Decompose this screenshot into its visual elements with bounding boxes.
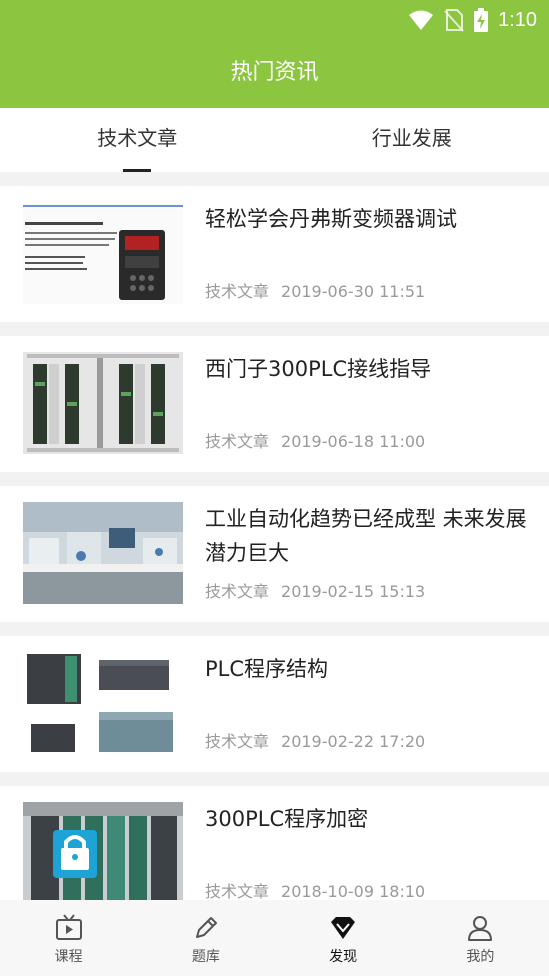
tab-bar: 技术文章 行业发展 [0, 108, 549, 172]
article-date: 2019-02-15 15:13 [281, 582, 426, 601]
article-title: 西门子300PLC接线指导 [205, 357, 432, 381]
article-date: 2019-06-30 11:51 [281, 282, 426, 301]
article-title: 工业自动化趋势已经成型 未来发展潜力巨大 [205, 507, 527, 565]
article-date: 2019-06-18 11:00 [281, 432, 426, 451]
tab-technical-articles[interactable]: 技术文章 [0, 108, 275, 172]
article-thumbnail [23, 352, 183, 454]
article-thumbnail [23, 652, 183, 754]
battery-charging-icon [474, 8, 489, 32]
article-date: 2019-02-22 17:20 [281, 732, 426, 751]
wifi-icon [408, 9, 434, 31]
pencil-icon [137, 914, 274, 942]
article-meta: 技术文章 2019-06-18 11:00 [205, 428, 425, 452]
article-title: 300PLC程序加密 [205, 807, 369, 831]
page-title: 热门资讯 [230, 60, 319, 85]
list-item[interactable]: 轻松学会丹弗斯变频器调试 技术文章 2019-06-30 11:51 [0, 186, 549, 322]
tv-play-icon [0, 914, 137, 942]
article-meta: 技术文章 2019-02-22 17:20 [205, 728, 425, 752]
article-category: 技术文章 [205, 432, 270, 451]
bottom-navigation: 课程 题库 发现 我的 [0, 900, 549, 976]
list-item[interactable]: 工业自动化趋势已经成型 未来发展潜力巨大 技术文章 2019-02-15 15:1… [0, 486, 549, 622]
tab-label: 行业发展 [371, 126, 452, 150]
article-category: 技术文章 [205, 732, 270, 751]
active-tab-indicator [123, 169, 152, 172]
article-meta: 技术文章 2018-10-09 18:10 [205, 878, 425, 902]
article-thumbnail [23, 502, 183, 604]
list-item[interactable]: 西门子300PLC接线指导 技术文章 2019-06-18 11:00 [0, 336, 549, 472]
nav-courses[interactable]: 课程 [0, 900, 137, 976]
nav-discover[interactable]: 发现 [275, 900, 412, 976]
article-meta: 技术文章 2019-06-30 11:51 [205, 278, 425, 302]
nav-label: 课程 [54, 949, 83, 965]
status-time: 1:10 [498, 8, 537, 31]
no-sim-icon [444, 8, 464, 32]
article-title: PLC程序结构 [205, 657, 329, 681]
nav-question-bank[interactable]: 题库 [137, 900, 274, 976]
article-meta: 技术文章 2019-02-15 15:13 [205, 578, 425, 602]
article-category: 技术文章 [205, 582, 270, 601]
nav-profile[interactable]: 我的 [412, 900, 549, 976]
article-thumbnail [23, 802, 183, 904]
list-item[interactable]: PLC程序结构 技术文章 2019-02-22 17:20 [0, 636, 549, 772]
article-thumbnail [23, 202, 183, 304]
person-icon [412, 914, 549, 942]
tab-label: 技术文章 [97, 126, 178, 150]
article-date: 2018-10-09 18:10 [281, 882, 426, 901]
app-header: 1:10 热门资讯 [0, 0, 549, 108]
article-category: 技术文章 [205, 282, 270, 301]
nav-label: 题库 [191, 949, 220, 965]
diamond-icon [275, 914, 412, 942]
nav-label: 我的 [466, 949, 495, 965]
article-category: 技术文章 [205, 882, 270, 901]
status-bar: 1:10 [0, 0, 549, 40]
tab-industry-development[interactable]: 行业发展 [275, 108, 549, 172]
article-title: 轻松学会丹弗斯变频器调试 [205, 207, 457, 231]
nav-label: 发现 [329, 949, 358, 965]
